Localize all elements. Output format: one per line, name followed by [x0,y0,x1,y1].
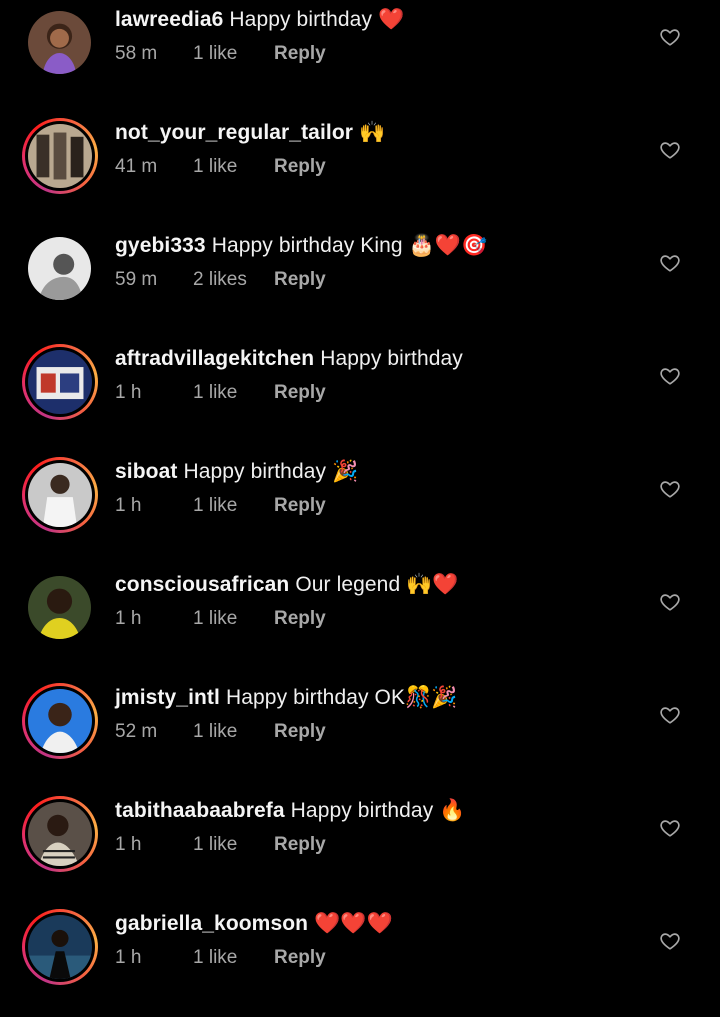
comment-username[interactable]: gyebi333 [115,234,206,257]
comment-timestamp: 1 h [115,382,142,403]
comment-text-line: aftradvillagekitchen Happy birthday [115,345,463,373]
like-heart-icon[interactable] [659,704,681,726]
woman-smiling-avatar[interactable] [28,11,91,74]
like-heart-icon[interactable] [659,26,681,48]
comment-timestamp: 58 m [115,43,158,64]
comment-body: ❤️❤️❤️ [314,912,393,935]
comment-like-count[interactable]: 1 like [193,946,274,970]
reply-button[interactable]: Reply [274,946,326,970]
comment-username[interactable]: jmisty_intl [115,686,220,709]
like-heart-icon[interactable] [659,252,681,274]
like-heart-icon[interactable] [659,139,681,161]
bw-portrait-avatar[interactable] [28,237,91,300]
comment-item[interactable]: siboat Happy birthday 🎉 1 h 1 like Reply [0,452,720,565]
comment-text-line: siboat Happy birthday 🎉 [115,458,358,486]
comment-text-line: tabithaabaabrefa Happy birthday 🔥 [115,797,466,825]
comment-body: 🙌 [359,121,386,144]
comment-like-count[interactable]: 1 like [193,607,274,631]
comment-item[interactable]: jmisty_intl Happy birthday OK🎊🎉 52 m 1 like… [0,678,720,791]
reply-button[interactable]: Reply [274,155,326,179]
comment-item[interactable]: gyebi333 Happy birthday King 🎂❤️🎯 59 m 2 li… [0,226,720,339]
man-white-suit-avatar[interactable] [22,457,98,533]
comment-text-line: jmisty_intl Happy birthday OK🎊🎉 [115,684,458,712]
comment-meta: 58 m 1 like Reply [115,42,326,66]
comment-item[interactable]: aftradvillagekitchen Happy birthday 1 h 1 l… [0,339,720,452]
tailor-mannequins-avatar[interactable] [22,118,98,194]
comment-username[interactable]: consciousafrican [115,573,289,596]
reply-button[interactable]: Reply [274,833,326,857]
like-heart-icon[interactable] [659,478,681,500]
comment-body: Happy birthday OK🎊🎉 [225,686,458,709]
comment-timestamp: 1 h [115,608,142,629]
comment-username[interactable]: aftradvillagekitchen [115,347,314,370]
comment-meta: 59 m 2 likes Reply [115,268,326,292]
comment-like-count[interactable]: 1 like [193,155,274,179]
comment-text-line: gabriella_koomson ❤️❤️❤️ [115,910,393,938]
comment-body: Happy birthday ❤️ [229,8,405,31]
comment-item[interactable]: lawreedia6 Happy birthday ❤️ 58 m 1 like Rep… [0,0,720,113]
comment-like-count[interactable]: 1 like [193,494,274,518]
comment-username[interactable]: siboat [115,460,177,483]
comment-item[interactable]: consciousafrican Our legend 🙌❤️ 1 h 1 like R… [0,565,720,678]
reply-button[interactable]: Reply [274,42,326,66]
reply-button[interactable]: Reply [274,607,326,631]
comment-item[interactable]: gabriella_koomson ❤️❤️❤️ 1 h 1 like Reply [0,904,720,1017]
comment-like-count[interactable]: 1 like [193,381,274,405]
comment-meta: 52 m 1 like Reply [115,720,326,744]
comment-meta: 1 h 1 like Reply [115,607,326,631]
comment-item[interactable]: tabithaabaabrefa Happy birthday 🔥 1 h 1 lik… [0,791,720,904]
comment-like-count[interactable]: 1 like [193,720,274,744]
man-blue-background-avatar[interactable] [22,683,98,759]
comment-meta: 1 h 1 like Reply [115,381,326,405]
reply-button[interactable]: Reply [274,494,326,518]
comment-text-line: not_your_regular_tailor 🙌 [115,119,385,147]
comment-like-count[interactable]: 1 like [193,833,274,857]
comment-timestamp: 52 m [115,721,158,742]
comment-timestamp: 1 h [115,834,142,855]
comment-timestamp: 1 h [115,495,142,516]
comment-text-line: gyebi333 Happy birthday King 🎂❤️🎯 [115,232,487,260]
comment-body: Happy birthday [320,347,463,370]
like-heart-icon[interactable] [659,817,681,839]
like-heart-icon[interactable] [659,930,681,952]
man-yellow-shirt-avatar[interactable] [28,576,91,639]
kitchen-product-avatar[interactable] [22,344,98,420]
reply-button[interactable]: Reply [274,720,326,744]
comment-username[interactable]: tabithaabaabrefa [115,799,285,822]
comment-username[interactable]: lawreedia6 [115,8,223,31]
comment-text-line: lawreedia6 Happy birthday ❤️ [115,6,404,34]
comment-timestamp: 59 m [115,269,158,290]
like-heart-icon[interactable] [659,591,681,613]
comment-meta: 41 m 1 like Reply [115,155,326,179]
comments-list: lawreedia6 Happy birthday ❤️ 58 m1 like Rep… [0,0,720,988]
comment-meta: 1 h 1 like Reply [115,833,326,857]
comment-body: Happy birthday 🔥 [290,799,466,822]
comment-username[interactable]: gabriella_koomson [115,912,308,935]
comment-body: Our legend 🙌❤️ [295,573,459,596]
comment-body: Happy birthday 🎉 [183,460,359,483]
comment-like-count[interactable]: 2 likes [193,268,274,292]
woman-striped-avatar[interactable] [22,796,98,872]
comment-timestamp: 41 m [115,156,158,177]
comment-timestamp: 1 h [115,947,142,968]
like-heart-icon[interactable] [659,365,681,387]
comment-like-count[interactable]: 1 like [193,42,274,66]
comment-username[interactable]: not_your_regular_tailor [115,121,353,144]
comment-meta: 1 h 1 like Reply [115,494,326,518]
comment-meta: 1 h 1 like Reply [115,946,326,970]
comment-text-line: consciousafrican Our legend 🙌❤️ [115,571,459,599]
woman-beach-avatar[interactable] [22,909,98,985]
reply-button[interactable]: Reply [274,268,326,292]
reply-button[interactable]: Reply [274,381,326,405]
comment-item[interactable]: not_your_regular_tailor 🙌 41 m 1 like Reply [0,113,720,226]
comment-body: Happy birthday King 🎂❤️🎯 [211,234,488,257]
